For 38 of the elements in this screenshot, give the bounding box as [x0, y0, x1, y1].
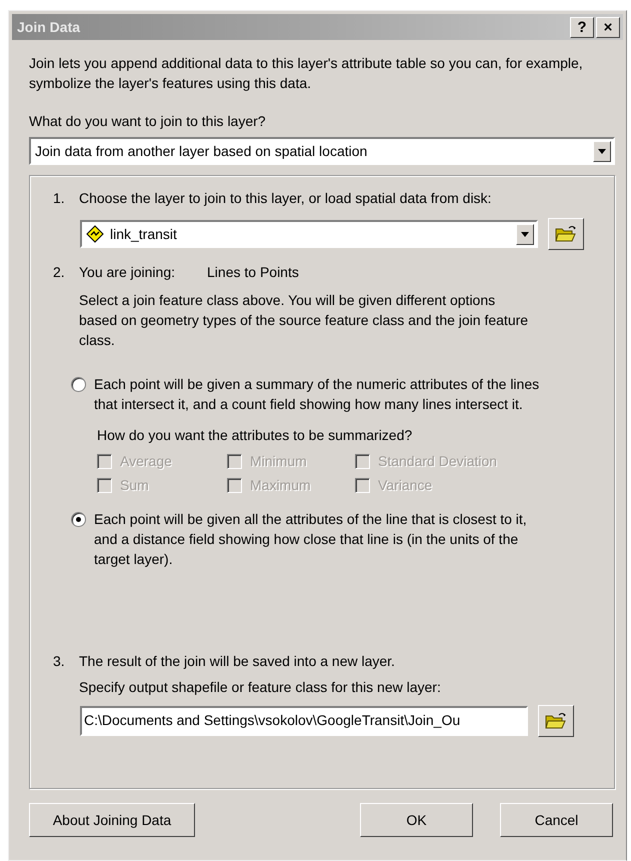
open-file-button[interactable]	[548, 218, 584, 250]
close-button[interactable]: ×	[596, 16, 620, 38]
step-number: 3.	[53, 653, 66, 669]
help-button[interactable]: ?	[570, 16, 594, 38]
window-title: Join Data	[17, 19, 80, 35]
join-type-dropdown[interactable]: Join data from another layer based on spatial location	[29, 137, 615, 165]
folder-icon	[555, 225, 577, 243]
dropdown-arrow-icon	[521, 232, 529, 236]
step-number: 2.	[53, 264, 66, 280]
option-text: Each point will be given a summary of the numeric attributes of the lines that intersect it, and a count field showing how many lines intersect it.	[94, 375, 540, 414]
step-label: The result of the join will be saved into a new layer.	[79, 653, 395, 669]
checkbox-label: Maximum	[250, 477, 311, 493]
open-file-button[interactable]	[538, 705, 574, 737]
checkbox-label: Minimum	[250, 453, 307, 469]
output-path-field[interactable]: C:\Documents and Settings\vsokolov\GoogleTransit\Join_Ou	[80, 706, 528, 736]
checkbox-label: Sum	[120, 477, 149, 493]
intro-text: Join lets you append additional data to this layer's attribute table so you can, for example, symbolize the layer's features using this data.	[29, 54, 584, 93]
cancel-button[interactable]: Cancel	[500, 803, 613, 837]
dropdown-arrow-icon	[598, 148, 606, 154]
checkbox-label: Variance	[378, 477, 432, 493]
step-label: You are joining:	[79, 264, 176, 280]
checkbox-label: Average	[120, 453, 172, 469]
output-label: Specify output shapefile or feature class for this new layer:	[79, 679, 442, 695]
joining-type-text: Lines to Points	[207, 264, 299, 280]
option-text: Each point will be given all the attributes of the line that is closest to it, and a distance field showing how close that line is (in the units of the target layer).	[94, 510, 528, 569]
checkbox-label: Standard Deviation	[378, 453, 498, 469]
question-label: What do you want to join to this layer?	[29, 113, 267, 129]
folder-icon	[545, 712, 567, 730]
ok-button[interactable]: OK	[360, 803, 473, 837]
line-layer-icon	[86, 225, 104, 243]
summary-question: How do you want the attributes to be summarized?	[97, 427, 414, 443]
radio-button[interactable]	[71, 512, 86, 527]
layer-dropdown[interactable]: link_transit	[80, 220, 538, 248]
description-text: Select a join feature class above. You will be given different options based on geometry types of the source feature class and the join feature class.	[79, 291, 529, 350]
step-label: Choose the layer to join to this layer, or load spatial data from disk:	[79, 190, 492, 206]
step-number: 1.	[53, 190, 66, 206]
radio-button[interactable]	[71, 377, 86, 392]
about-button[interactable]: About Joining Data	[29, 803, 195, 837]
